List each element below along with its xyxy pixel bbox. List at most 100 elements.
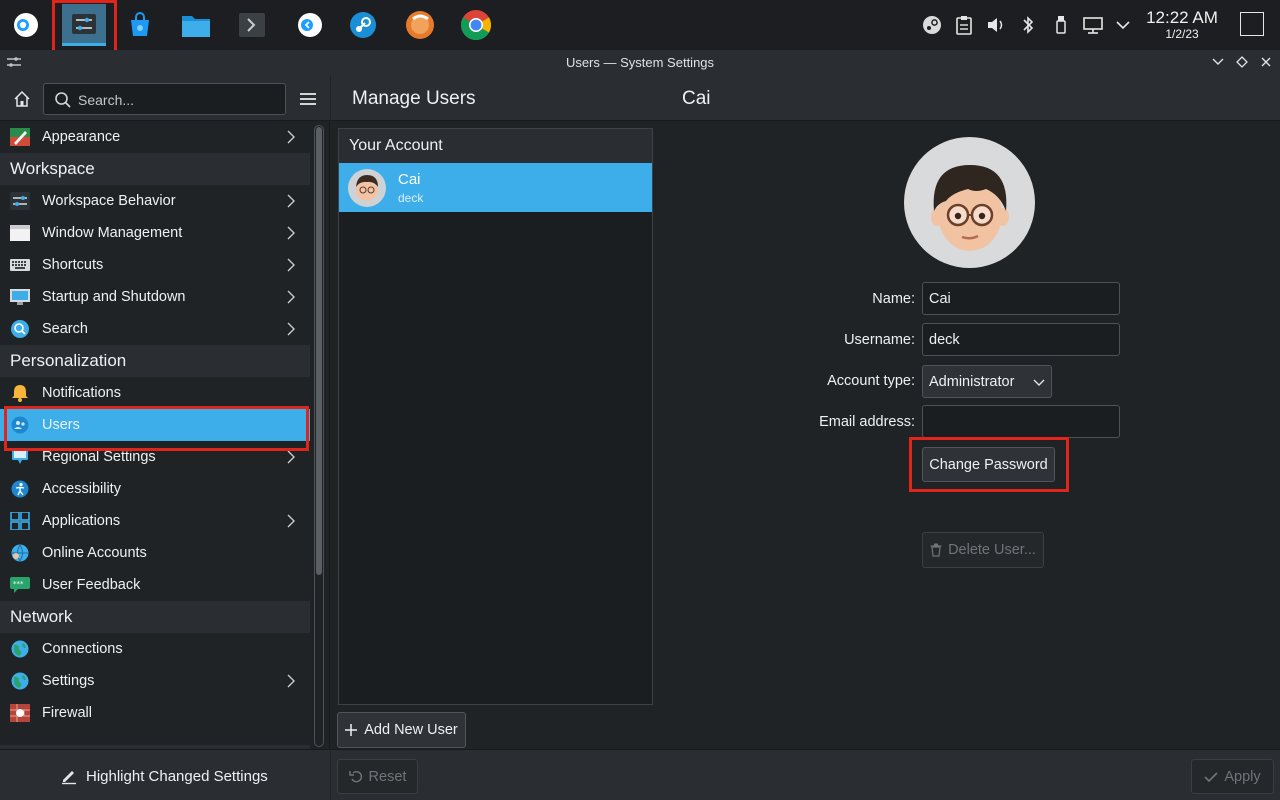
discover-store-icon[interactable] — [118, 4, 162, 46]
delete-user-button[interactable]: Delete User... — [922, 532, 1044, 568]
chevron-right-icon — [284, 258, 298, 272]
sidebar-item-startup-and-shutdown[interactable]: Startup and Shutdown — [0, 281, 310, 313]
clock-time[interactable]: 12:22 AM — [1143, 8, 1221, 28]
sidebar-item-label: Accessibility — [42, 481, 121, 497]
sidebar-item-label: User Feedback — [42, 577, 141, 593]
file-manager-icon[interactable] — [174, 4, 218, 46]
sidebar-item-workspace-behavior[interactable]: Workspace Behavior — [0, 185, 310, 217]
volume-icon[interactable] — [985, 14, 1007, 36]
chrome-icon[interactable] — [454, 4, 498, 46]
globe-icon — [10, 672, 30, 690]
chevron-right-icon — [284, 290, 298, 304]
user-row-name: Cai — [398, 171, 421, 188]
steam-deck-menu-icon[interactable] — [4, 4, 48, 46]
chevron-right-icon — [284, 674, 298, 688]
system-settings-icon[interactable] — [62, 4, 106, 46]
taskbar: 12:22 AM 1/2/23 — [0, 0, 1280, 54]
keyboard-icon — [10, 256, 30, 274]
maximize-button[interactable] — [1234, 54, 1250, 70]
sidebar-item-label: Appearance — [42, 129, 121, 145]
sidebar-item-accessibility[interactable]: Accessibility — [0, 473, 310, 505]
regional-icon — [10, 448, 30, 466]
account-type-select[interactable]: Administrator — [922, 365, 1052, 398]
sidebar-item-regional-settings[interactable]: Regional Settings — [0, 441, 310, 473]
search-settings-icon — [10, 320, 30, 338]
search-icon — [55, 92, 71, 108]
bell-icon — [10, 384, 30, 402]
trash-icon — [930, 543, 942, 557]
user-row-cai[interactable]: Cai deck — [339, 163, 652, 212]
name-input[interactable] — [922, 282, 1120, 315]
steam-tray-icon[interactable] — [921, 14, 943, 36]
sidebar-item-label: Shortcuts — [42, 257, 104, 273]
undo-icon — [348, 770, 362, 782]
chevron-right-icon — [284, 130, 298, 144]
home-button[interactable] — [8, 85, 36, 113]
steam-icon[interactable] — [341, 4, 385, 46]
show-desktop-icon[interactable] — [1240, 12, 1264, 36]
sidebar-scrollbar-thumb[interactable] — [316, 127, 322, 575]
sidebar-item-applications[interactable]: Applications — [0, 505, 310, 537]
name-label: Name: — [872, 291, 915, 307]
sidebar-item-label: Regional Settings — [42, 449, 156, 465]
sidebar-item-appearance[interactable]: Appearance — [0, 121, 310, 153]
clock-date[interactable]: 1/2/23 — [1143, 27, 1221, 41]
chevron-right-icon — [284, 514, 298, 528]
sidebar-item-firewall[interactable]: Firewall — [0, 697, 310, 729]
add-new-user-button[interactable]: Add New User — [337, 712, 466, 748]
sidebar-item-label: Firewall — [42, 705, 92, 721]
protonup-icon[interactable] — [398, 4, 442, 46]
apply-button[interactable]: Apply — [1191, 759, 1274, 794]
home-icon — [14, 90, 30, 107]
sidebar-item-search[interactable]: Search — [0, 313, 310, 345]
sidebar-category-workspace: Workspace — [0, 153, 310, 185]
reset-label: Reset — [368, 768, 407, 785]
firewall-icon — [10, 704, 30, 722]
clipboard-icon[interactable] — [953, 14, 975, 36]
sidebar-item-connections[interactable]: Connections — [0, 633, 310, 665]
sidebar-item-label: Notifications — [42, 385, 121, 401]
bluetooth-icon[interactable] — [1017, 14, 1039, 36]
change-password-button[interactable]: Change Password — [922, 447, 1055, 482]
sidebar-list: Appearance Workspace Workspace Behavior Win… — [0, 121, 310, 749]
sidebar-footer: Highlight Changed Settings — [0, 749, 330, 800]
sidebar-item-label: Workspace Behavior — [42, 193, 176, 209]
delete-user-label: Delete User... — [948, 542, 1036, 558]
sidebar-item-window-management[interactable]: Window Management — [0, 217, 310, 249]
highlight-changed-settings-button[interactable]: Highlight Changed Settings — [60, 764, 268, 788]
account-list: Your Account Cai deck — [338, 128, 653, 705]
search-box[interactable] — [43, 83, 286, 115]
sidebar-item-user-feedback[interactable]: *** User Feedback — [0, 569, 310, 601]
sidebar-item-online-accounts[interactable]: Online Accounts — [0, 537, 310, 569]
chevron-right-icon — [284, 226, 298, 240]
minimize-button[interactable] — [1210, 54, 1226, 70]
expand-tray-icon[interactable] — [1112, 14, 1134, 36]
sidebar-item-shortcuts[interactable]: Shortcuts — [0, 249, 310, 281]
svg-text:***: *** — [13, 580, 24, 588]
return-to-gaming-mode-icon[interactable] — [288, 4, 332, 46]
sidebar-item-label: Search — [42, 321, 88, 337]
window-titlebar: Users — System Settings — [0, 50, 1280, 75]
sidebar-item-notifications[interactable]: Notifications — [0, 377, 310, 409]
display-icon[interactable] — [1082, 14, 1104, 36]
sidebar-category-network: Network — [0, 601, 310, 633]
applications-icon — [10, 511, 30, 531]
username-input[interactable] — [922, 323, 1120, 356]
sidebar-item-settings[interactable]: Settings — [0, 665, 310, 697]
your-account-header: Your Account — [339, 129, 652, 163]
reset-button[interactable]: Reset — [337, 759, 418, 794]
terminal-icon[interactable] — [230, 4, 274, 46]
hamburger-menu-button[interactable] — [296, 87, 320, 111]
close-button[interactable] — [1258, 54, 1274, 70]
sidebar-item-label: Startup and Shutdown — [42, 289, 186, 305]
sidebar-category-personalization: Personalization — [0, 345, 310, 377]
sidebar-item-label: Applications — [42, 513, 121, 529]
sidebar-item-users[interactable]: Users — [0, 409, 310, 441]
user-photo-avatar[interactable] — [904, 137, 1035, 268]
account-type-value: Administrator — [929, 373, 1015, 390]
user-row-username: deck — [398, 191, 424, 205]
email-input[interactable] — [922, 405, 1120, 438]
usb-icon[interactable] — [1050, 14, 1072, 36]
page-title: Manage Users — [352, 88, 476, 109]
search-input[interactable] — [78, 90, 278, 110]
